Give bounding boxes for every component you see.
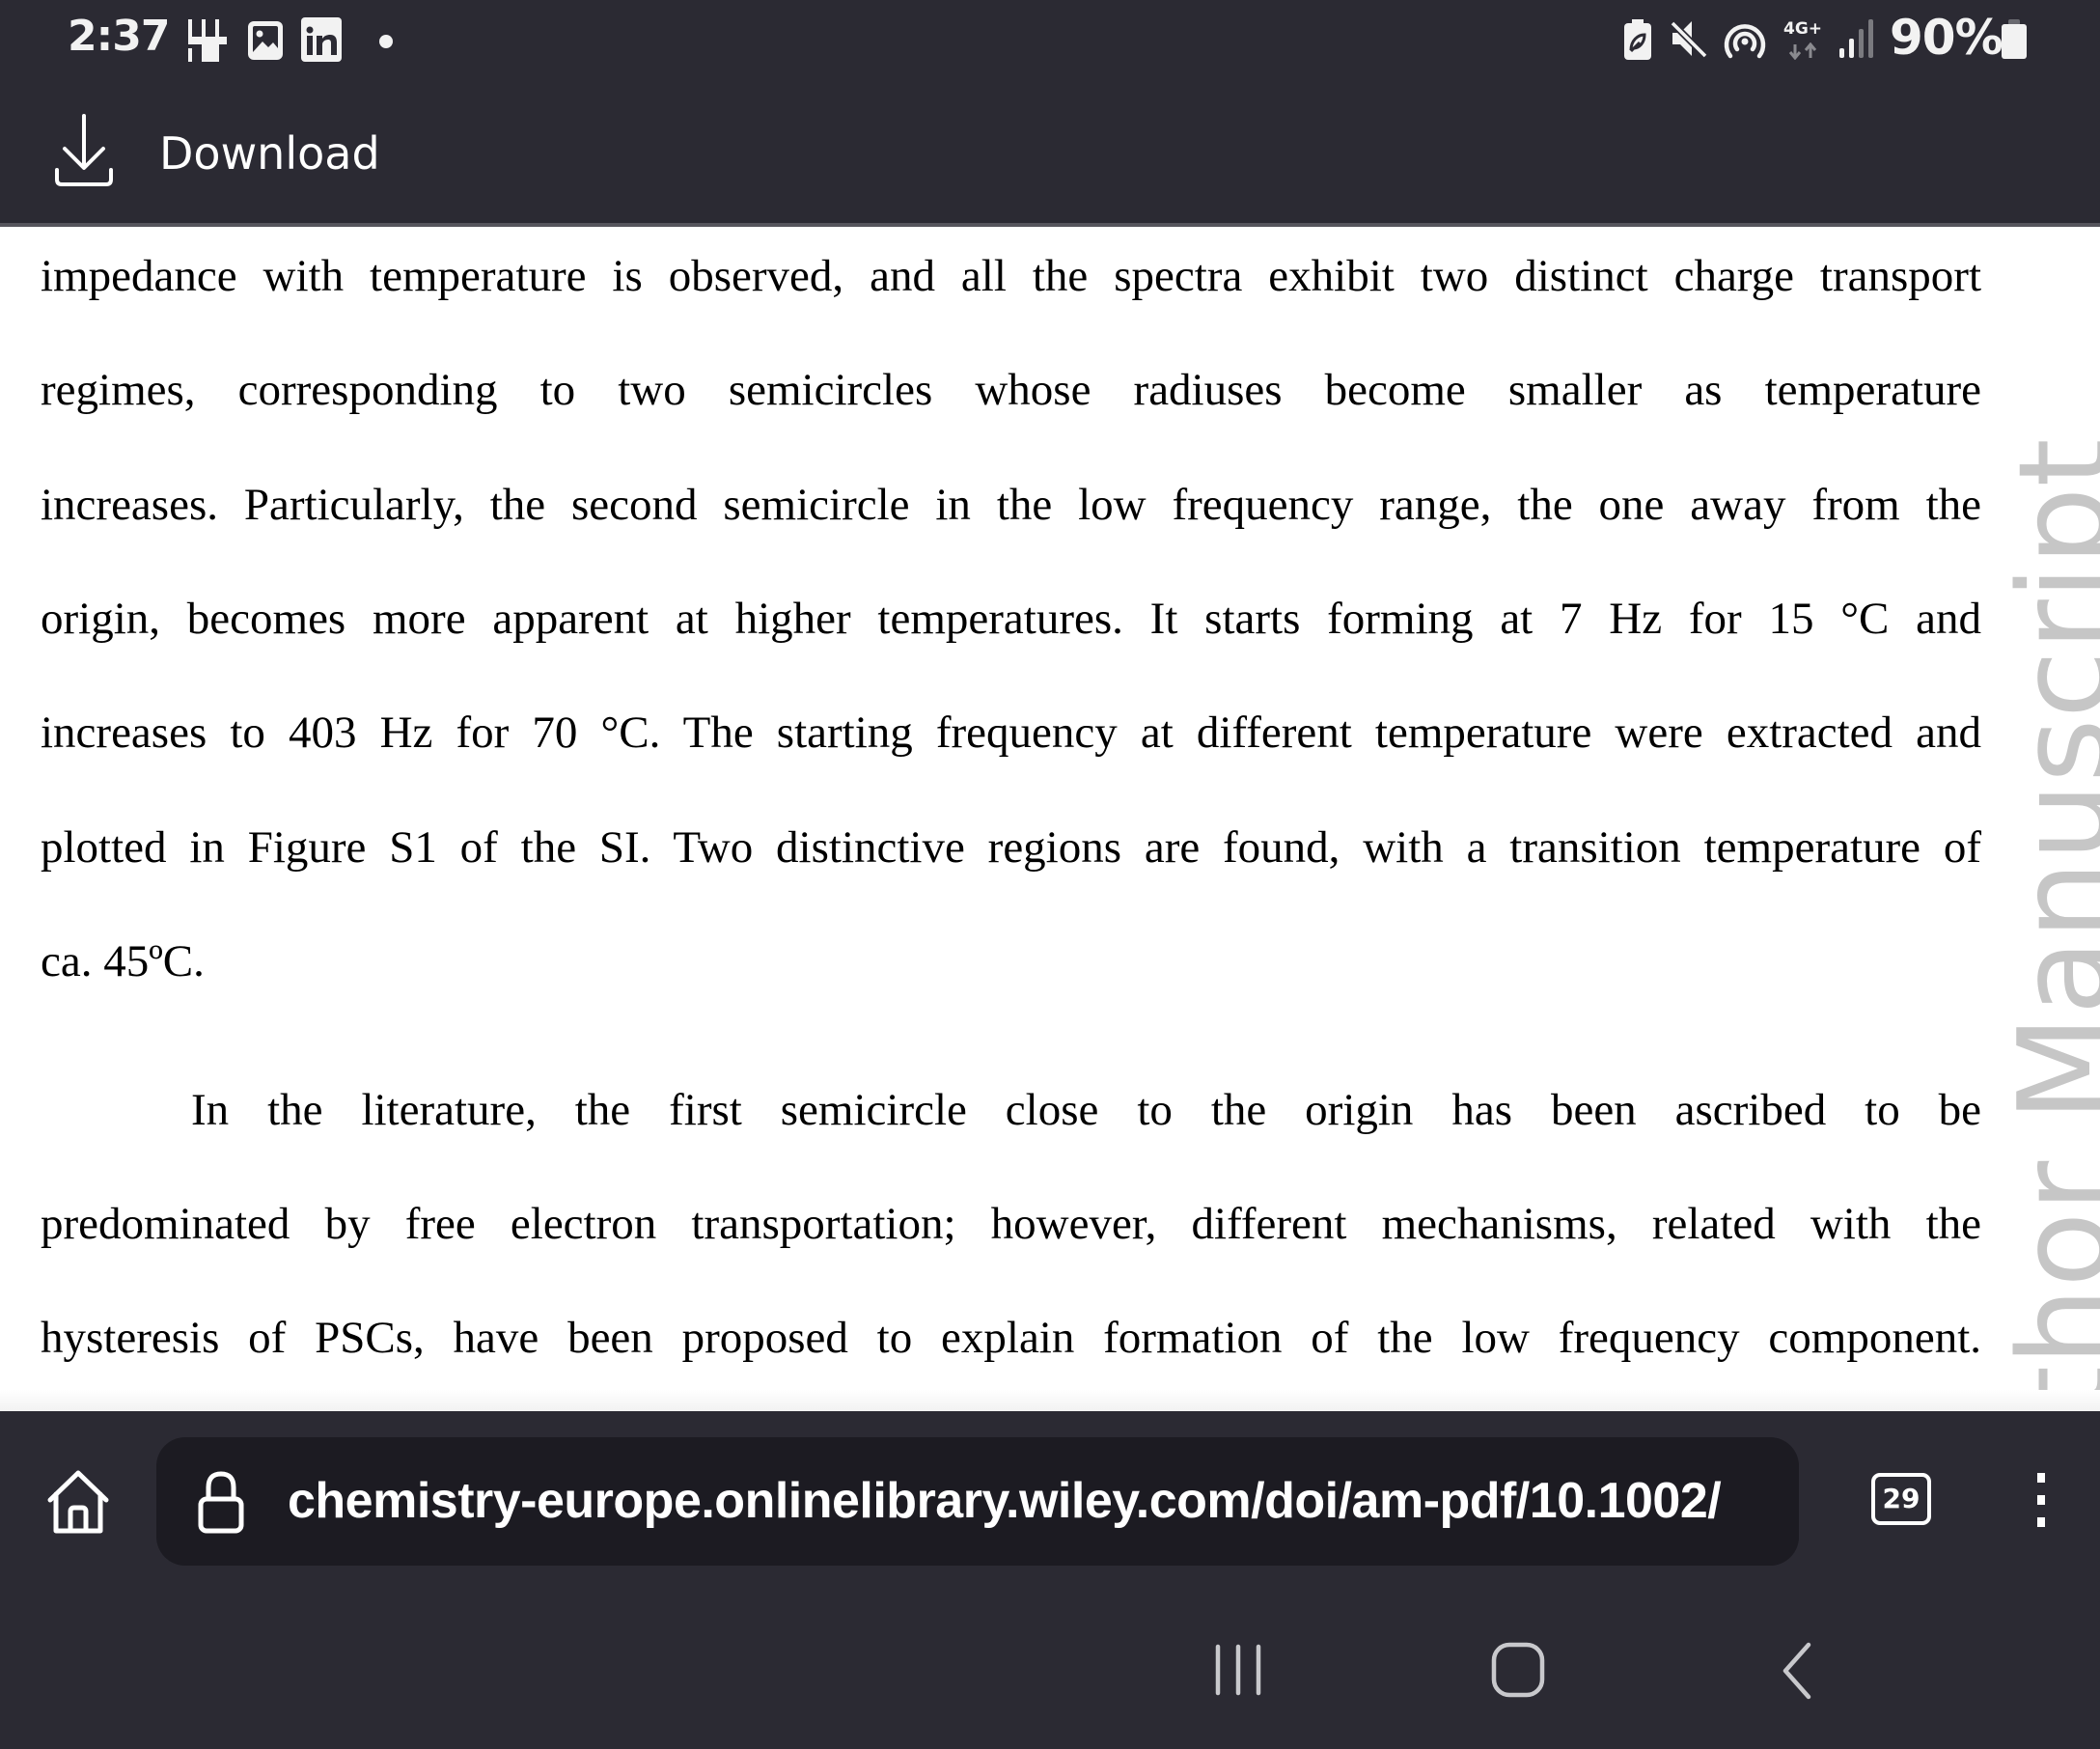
grid-app-icon xyxy=(186,15,231,64)
network-type-label: 4G+ xyxy=(1783,19,1823,39)
download-label: Download xyxy=(159,127,380,180)
mute-icon xyxy=(1669,19,1709,60)
text-line: predominated by free electron transporta… xyxy=(41,1199,1981,1249)
data-arrows-icon xyxy=(1788,42,1819,60)
more-notifications-dot xyxy=(379,35,393,48)
linkedin-icon xyxy=(300,16,343,63)
home-nav-button[interactable] xyxy=(1490,1641,1546,1699)
pdf-page-view[interactable]: impedance with temperature is observed, … xyxy=(0,227,2100,1411)
gallery-icon xyxy=(246,19,285,62)
battery-saver-icon xyxy=(1622,19,1653,62)
author-manuscript-watermark: thor Manuscript xyxy=(1993,438,2100,1411)
text-line: ca. 45ºC. xyxy=(41,936,205,986)
text-line: regimes, corresponding to two semicircle… xyxy=(41,365,1981,415)
address-bar[interactable]: chemistry-europe.onlinelibrary.wiley.com… xyxy=(156,1437,1799,1566)
text-line: plotted in Figure S1 of the SI. Two dist… xyxy=(41,822,1981,873)
text-line: impedance with temperature is observed, … xyxy=(41,251,1981,301)
back-button[interactable] xyxy=(1778,1641,1816,1701)
browser-toolbar: chemistry-europe.onlinelibrary.wiley.com… xyxy=(0,1411,2100,1593)
download-header: Download xyxy=(0,79,2100,223)
text-line: hysteresis of PSCs, have been proposed t… xyxy=(41,1313,1981,1363)
status-bar: 2:37 4G+ 90% xyxy=(0,0,2100,79)
system-navigation-bar xyxy=(0,1593,2100,1749)
battery-percent: 90% xyxy=(1890,10,2003,66)
url-text: chemistry-europe.onlinelibrary.wiley.com… xyxy=(288,1473,1722,1529)
download-button[interactable]: Download xyxy=(39,112,425,199)
text-line: increases to 403 Hz for 70 °C. The start… xyxy=(41,708,1981,758)
download-icon xyxy=(53,112,115,189)
text-line: origin, becomes more apparent at higher … xyxy=(41,594,1981,644)
lock-icon xyxy=(197,1470,245,1534)
more-options-icon[interactable] xyxy=(2029,1471,2054,1529)
status-time: 2:37 xyxy=(68,12,170,61)
signal-icon xyxy=(1838,19,1876,60)
url-fade xyxy=(1722,1437,1799,1566)
tab-switcher-button[interactable]: 29 xyxy=(1871,1473,1931,1525)
text-line: increases. Particularly, the second semi… xyxy=(41,480,1981,530)
page-edge-shadow xyxy=(0,1390,2100,1411)
hotspot-icon xyxy=(1723,19,1767,60)
recent-apps-button[interactable] xyxy=(1211,1643,1265,1697)
home-icon[interactable] xyxy=(44,1469,112,1535)
battery-icon xyxy=(2001,19,2028,60)
text-line: In the literature, the first semicircle … xyxy=(191,1085,1981,1135)
